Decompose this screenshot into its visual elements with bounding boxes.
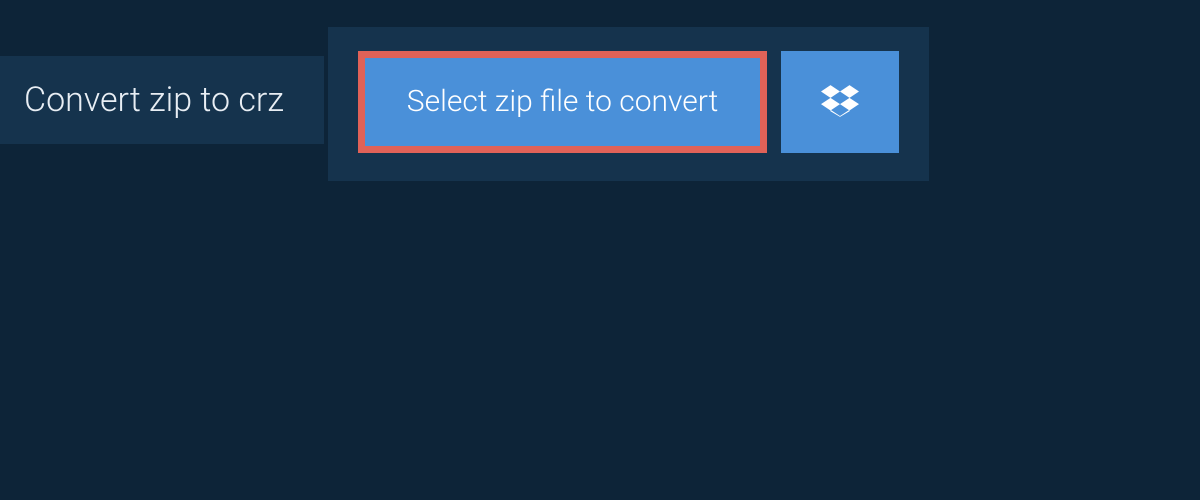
content-panel: Select zip file to convert (328, 27, 929, 181)
dropbox-icon (821, 82, 859, 123)
dropbox-button[interactable] (781, 51, 899, 153)
select-file-button[interactable]: Select zip file to convert (358, 51, 767, 153)
page-title: Convert zip to crz (24, 80, 284, 120)
tab-header: Convert zip to crz (0, 56, 324, 144)
button-row: Select zip file to convert (358, 51, 899, 153)
